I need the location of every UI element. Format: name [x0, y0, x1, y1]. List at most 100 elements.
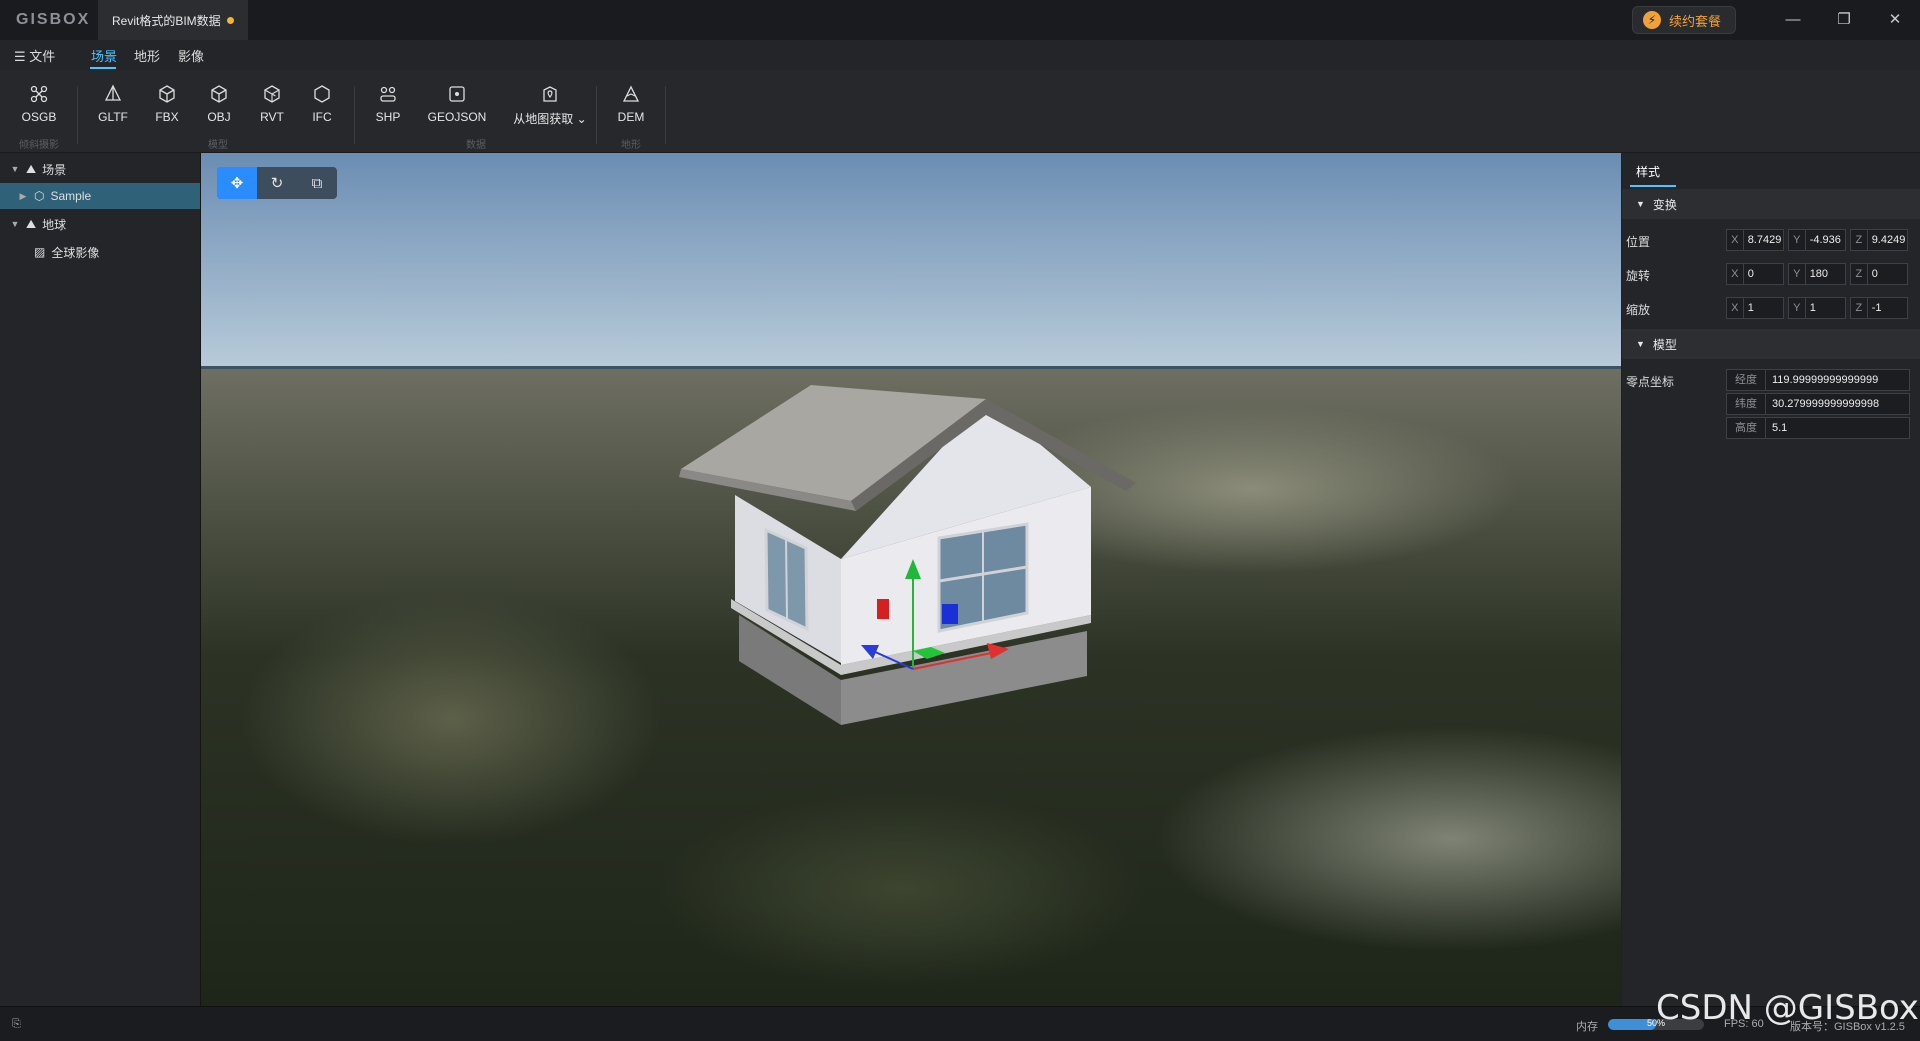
from-map-button[interactable]: 从地图获取 ⌄ — [506, 84, 594, 127]
scale-x-field[interactable]: X1 — [1726, 297, 1784, 319]
tab-imagery[interactable]: 影像 — [178, 46, 204, 65]
mountain-icon: ⛰ — [26, 161, 37, 176]
tree-node-sample-label: Sample — [50, 189, 92, 203]
geojson-label: GEOJSON — [427, 110, 487, 124]
origin-coordinates-row: 零点坐标 经度 119.99999999999999 纬度 30.279999999… — [1622, 367, 1920, 439]
tab-scene[interactable]: 场景 — [91, 46, 117, 65]
fbx-button[interactable]: FBX — [137, 84, 197, 124]
geojson-button[interactable]: GEOJSON — [420, 84, 494, 124]
renew-plan-label: 续约套餐 — [1669, 13, 1722, 29]
tree-node-globe[interactable]: ▼ ⛰ 地球 — [0, 211, 200, 237]
longitude-value: 119.99999999999999 — [1772, 374, 1879, 386]
axis-x-label: X — [1727, 298, 1744, 318]
scale-y-field[interactable]: Y1 — [1788, 297, 1846, 319]
obj-button[interactable]: OBJ — [189, 84, 249, 124]
tree-node-global-imagery[interactable]: ▨ 全球影像 — [0, 239, 200, 265]
rotation-x-value: 0 — [1747, 268, 1754, 280]
bim-house-model[interactable] — [201, 153, 1621, 1006]
caret-down-icon: ▼ — [1636, 339, 1645, 349]
axis-z-label: Z — [1851, 298, 1868, 318]
shp-label: SHP — [375, 110, 401, 124]
divider — [596, 86, 597, 144]
rotation-y-value: 180 — [1809, 268, 1829, 280]
axis-z-label: Z — [1851, 230, 1868, 250]
origin-label: 零点坐标 — [1626, 375, 1675, 389]
tab-style[interactable]: 样式 — [1636, 163, 1660, 180]
latitude-field[interactable]: 纬度 30.279999999999998 — [1726, 393, 1910, 415]
height-field[interactable]: 高度 5.1 — [1726, 417, 1910, 439]
tree-node-scene[interactable]: ▼ ⛰ 场景 — [0, 156, 200, 182]
scale-icon[interactable]: ⧉ — [297, 167, 337, 199]
rvt-icon — [264, 85, 280, 103]
gltf-icon — [104, 84, 122, 101]
title-bar: GISBOX Revit格式的BIM数据 ⚡ 续约套餐 — ❐ ✕ — [0, 0, 1920, 41]
file-menu[interactable]: ☰ 文件 — [14, 46, 55, 65]
dem-button[interactable]: DEM — [601, 84, 661, 124]
gltf-label: GLTF — [98, 110, 128, 124]
document-tab-label: Revit格式的BIM数据 — [112, 13, 221, 28]
shp-button[interactable]: SHP — [358, 84, 418, 124]
osgb-label: OSGB — [21, 110, 57, 124]
scale-y-value: 1 — [1809, 302, 1816, 314]
minimize-button[interactable]: — — [1778, 8, 1808, 32]
restore-button[interactable]: ❐ — [1829, 8, 1859, 32]
rvt-label: RVT — [260, 110, 284, 124]
group-data-label: 数据 — [466, 140, 486, 151]
close-button[interactable]: ✕ — [1880, 8, 1910, 32]
tab-terrain[interactable]: 地形 — [134, 46, 160, 65]
caret-down-icon: ▼ — [10, 219, 20, 229]
move-icon[interactable]: ✥ — [217, 167, 257, 199]
fbx-icon — [159, 85, 175, 103]
menu-bar: ☰ 文件 场景 地形 影像 — [0, 40, 1920, 70]
group-terrain-label: 地形 — [621, 140, 641, 151]
position-y-value: -4.936 — [1809, 234, 1841, 246]
log-icon[interactable]: ⎘ — [12, 1018, 21, 1031]
position-x-field[interactable]: X 8.7429 — [1726, 229, 1784, 251]
watermark: CSDN @GISBox — [1656, 988, 1919, 1028]
gltf-button[interactable]: GLTF — [83, 84, 143, 124]
rotation-z-field[interactable]: Z0 — [1850, 263, 1908, 285]
rotation-label: 旋转 — [1626, 269, 1651, 283]
position-z-field[interactable]: Z 9.4249 — [1850, 229, 1908, 251]
group-oblique-label: 倾斜摄影 — [19, 140, 59, 151]
group-model-label: 模型 — [208, 140, 228, 151]
from-map-label: 从地图获取 — [513, 112, 574, 126]
rotation-z-value: 0 — [1871, 268, 1878, 280]
chevron-down-icon: ⌄ — [573, 112, 587, 126]
rotate-icon[interactable]: ↻ — [257, 167, 297, 199]
geojson-icon — [449, 86, 465, 102]
osgb-button[interactable]: OSGB — [9, 84, 69, 124]
tree-node-scene-label: 场景 — [42, 162, 67, 177]
app-logo: GISBOX — [16, 11, 91, 28]
active-tab-indicator — [1630, 185, 1676, 187]
3d-viewport[interactable]: ✥ ↻ ⧉ — [201, 153, 1621, 1006]
scale-z-field[interactable]: Z -1 — [1850, 297, 1908, 319]
obj-icon — [211, 85, 227, 103]
axis-y-label: Y — [1789, 230, 1806, 250]
axis-z-label: Z — [1851, 264, 1868, 284]
axis-y-label: Y — [1789, 298, 1806, 318]
longitude-field[interactable]: 经度 119.99999999999999 — [1726, 369, 1910, 391]
renew-plan-button[interactable]: ⚡ 续约套餐 — [1632, 6, 1736, 34]
scale-label: 缩放 — [1626, 303, 1651, 317]
divider — [354, 86, 355, 144]
rotation-row: 旋转 X0 Y 180 Z0 — [1622, 261, 1920, 287]
fbx-label: FBX — [155, 110, 179, 124]
rotation-x-field[interactable]: X0 — [1726, 263, 1784, 285]
axis-x-label: X — [1727, 264, 1744, 284]
position-y-field[interactable]: Y -4.936 — [1788, 229, 1846, 251]
document-tab[interactable]: Revit格式的BIM数据 — [98, 0, 248, 40]
position-z-value: 9.4249 — [1871, 234, 1906, 246]
shp-icon — [380, 86, 396, 102]
rotation-y-field[interactable]: Y 180 — [1788, 263, 1846, 285]
axis-y-label: Y — [1789, 264, 1806, 284]
tree-node-global-imagery-label: 全球影像 — [51, 245, 100, 260]
hamburger-icon: ☰ — [14, 49, 26, 64]
transform-section-header[interactable]: ▼ 变换 — [1622, 189, 1920, 219]
scale-z-value: -1 — [1871, 302, 1882, 314]
tree-node-sample[interactable]: ▶ ⬡ Sample — [0, 183, 200, 209]
lightning-icon: ⚡ — [1643, 11, 1661, 29]
model-section-header[interactable]: ▼ 模型 — [1622, 329, 1920, 359]
tree-node-globe-label: 地球 — [42, 217, 67, 232]
ifc-button[interactable]: IFC — [292, 84, 352, 124]
